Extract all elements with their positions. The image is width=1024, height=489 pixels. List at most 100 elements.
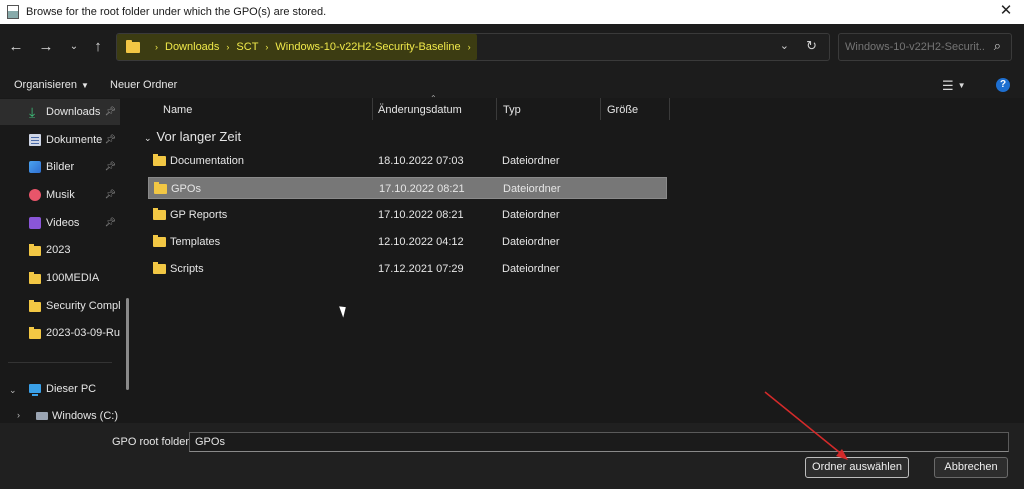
recent-locations-chevron-down-icon[interactable]: ⌄ xyxy=(64,37,84,57)
new-folder-button[interactable]: Neuer Ordner xyxy=(110,79,177,91)
sidebar-item-security-compliance[interactable]: Security Compli xyxy=(0,293,120,319)
folder-icon xyxy=(126,39,140,53)
sidebar-item-pictures[interactable]: Bilder 📌︎ xyxy=(0,154,120,180)
gpo-root-folder-input[interactable] xyxy=(189,432,1009,452)
sidebar-item-music[interactable]: Musik 📌︎ xyxy=(0,182,120,208)
select-folder-button[interactable]: Ordner auswählen xyxy=(805,457,909,478)
sidebar-item-documents[interactable]: Dokumente 📌︎ xyxy=(0,127,120,153)
document-icon xyxy=(29,134,41,146)
table-row[interactable]: Documentation 18.10.2022 07:03 Dateiordn… xyxy=(148,150,667,172)
breadcrumb-separator-icon: › xyxy=(226,42,230,52)
group-header[interactable]: ⌄ Vor langer Zeit xyxy=(144,129,241,144)
sidebar-item-label: Security Compli xyxy=(46,300,120,312)
folder-icon xyxy=(29,327,41,339)
window-title: Browse for the root folder under which t… xyxy=(26,6,327,18)
pin-icon: 📌︎ xyxy=(104,106,116,116)
sidebar-item-label: Dokumente xyxy=(46,134,103,146)
refresh-icon[interactable]: ↻ xyxy=(806,38,817,54)
column-header-name[interactable]: Name xyxy=(163,104,192,122)
pin-icon: 📌︎ xyxy=(104,134,116,144)
breadcrumb-baseline[interactable]: Windows-10-v22H2-Security-Baseline xyxy=(275,41,460,53)
gpo-root-folder-label: GPO root folder: xyxy=(112,436,193,448)
row-name: Documentation xyxy=(170,155,244,167)
organize-button[interactable]: Organisieren ▼ xyxy=(14,79,89,91)
table-row[interactable]: GPOs 17.10.2022 08:21 Dateiordner xyxy=(148,177,667,199)
navigation-pane: ⤓ Downloads 📌︎ Dokumente 📌︎ Bilder 📌︎ Mu… xyxy=(0,98,136,423)
sidebar-item-label: Windows (C:) xyxy=(52,410,119,422)
drive-icon xyxy=(36,412,48,420)
pin-icon: 📌︎ xyxy=(104,217,116,227)
sidebar-scrollbar[interactable] xyxy=(126,298,129,390)
table-row[interactable]: Templates 12.10.2022 04:12 Dateiordner xyxy=(148,231,667,253)
row-date: 18.10.2022 07:03 xyxy=(378,155,464,167)
column-divider[interactable] xyxy=(600,98,601,120)
breadcrumb-sct[interactable]: SCT xyxy=(236,41,258,53)
up-button[interactable]: ↑ xyxy=(88,37,108,57)
sidebar-divider xyxy=(8,362,112,363)
row-type: Dateiordner xyxy=(502,155,560,167)
sidebar-item-2023-03-09[interactable]: 2023-03-09-Rub xyxy=(0,320,120,346)
download-icon: ⤓ xyxy=(29,104,36,120)
search-input[interactable] xyxy=(845,39,985,55)
breadcrumb-separator-icon[interactable]: › xyxy=(468,42,471,52)
folder-icon xyxy=(153,235,166,247)
address-history-chevron-down-icon[interactable]: ⌄ xyxy=(780,39,789,52)
help-icon[interactable]: ? xyxy=(996,78,1010,92)
column-divider[interactable] xyxy=(372,98,373,120)
video-icon xyxy=(29,217,41,229)
sidebar-item-label: 2023-03-09-Rub xyxy=(46,327,120,339)
sidebar-item-label: Bilder xyxy=(46,161,75,173)
table-row[interactable]: GP Reports 17.10.2022 08:21 Dateiordner xyxy=(148,204,667,226)
pin-icon: 📌︎ xyxy=(104,161,116,171)
cancel-button[interactable]: Abbrechen xyxy=(934,457,1008,478)
group-label: Vor langer Zeit xyxy=(156,129,242,144)
folder-icon xyxy=(29,272,41,284)
row-type: Dateiordner xyxy=(502,263,560,275)
sort-chevron-up-icon: ⌃ xyxy=(430,94,437,103)
folder-icon xyxy=(153,154,166,166)
forward-button[interactable]: → xyxy=(36,37,56,57)
column-divider[interactable] xyxy=(496,98,497,120)
column-divider[interactable] xyxy=(669,98,670,120)
search-box[interactable]: ⌕ xyxy=(838,33,1012,61)
back-button[interactable]: ← xyxy=(6,37,26,57)
row-name: Templates xyxy=(170,236,221,248)
row-date: 17.12.2021 07:29 xyxy=(378,263,464,275)
folder-icon xyxy=(153,208,166,220)
sidebar-item-downloads[interactable]: ⤓ Downloads 📌︎ xyxy=(0,99,120,125)
file-list: Name Änderungsdatum ⌃ Typ Größe ⌄ Vor lan… xyxy=(136,94,1024,423)
breadcrumb-separator-icon: › xyxy=(155,42,158,52)
sidebar-item-label: Musik xyxy=(46,189,75,201)
breadcrumb-separator-icon: › xyxy=(265,42,269,52)
row-name: GPOs xyxy=(171,183,201,195)
sidebar-item-label: Dieser PC xyxy=(46,383,97,395)
collapse-chevron-down-icon: ⌄ xyxy=(144,133,152,143)
close-icon[interactable]: ✕ xyxy=(998,3,1014,19)
folder-icon xyxy=(154,182,167,194)
sidebar-item-2023[interactable]: 2023 xyxy=(0,237,120,263)
sidebar-item-100media[interactable]: 100MEDIA xyxy=(0,265,120,291)
sidebar-item-videos[interactable]: Videos 📌︎ xyxy=(0,210,120,236)
breadcrumb-downloads[interactable]: Downloads xyxy=(165,41,219,53)
column-header-type[interactable]: Typ xyxy=(503,104,521,122)
sidebar-item-label: 100MEDIA xyxy=(46,272,100,284)
breadcrumb: › Downloads › SCT › Windows-10-v22H2-Sec… xyxy=(126,34,478,60)
row-type: Dateiordner xyxy=(503,183,561,195)
search-icon[interactable]: ⌕ xyxy=(994,38,1001,54)
column-header-date[interactable]: Änderungsdatum xyxy=(378,104,462,122)
row-name: GP Reports xyxy=(170,209,228,221)
row-name: Scripts xyxy=(170,263,204,275)
chevron-down-icon: ▼ xyxy=(80,81,89,90)
sidebar-item-this-pc[interactable]: Dieser PC xyxy=(0,376,120,402)
sidebar-item-label: Downloads xyxy=(46,106,101,118)
folder-icon xyxy=(153,262,166,274)
view-options-button[interactable]: ☰ ▼ xyxy=(942,78,966,94)
pictures-icon xyxy=(29,161,41,173)
row-type: Dateiordner xyxy=(502,209,560,221)
address-bar[interactable]: › Downloads › SCT › Windows-10-v22H2-Sec… xyxy=(116,33,830,61)
column-header-size[interactable]: Größe xyxy=(607,104,638,122)
sidebar-item-label: 2023 xyxy=(46,244,71,256)
folder-icon xyxy=(29,300,41,312)
dialog-footer: GPO root folder: Ordner auswählen Abbrec… xyxy=(0,423,1024,489)
table-row[interactable]: Scripts 17.12.2021 07:29 Dateiordner xyxy=(148,258,667,280)
